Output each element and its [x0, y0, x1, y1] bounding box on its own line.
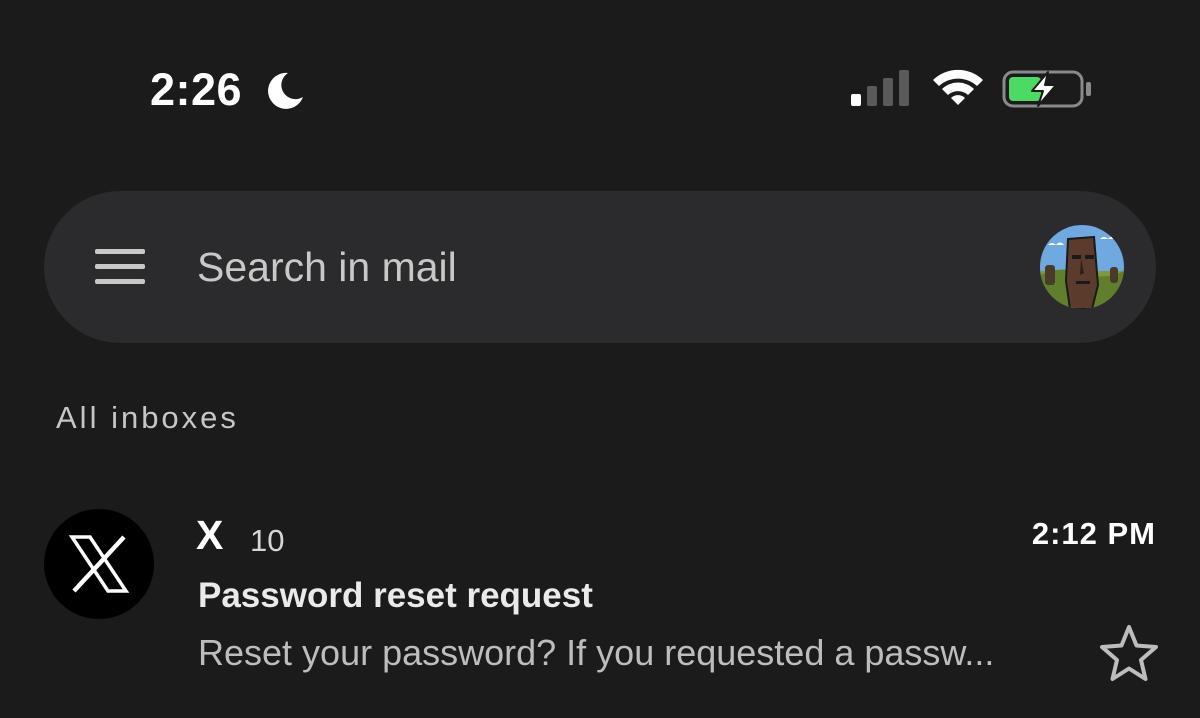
account-avatar[interactable] — [1040, 225, 1124, 309]
moon-icon — [268, 72, 303, 109]
email-preview: Reset your password? If you requested a … — [198, 632, 995, 673]
email-subject: Password reset request — [198, 576, 593, 615]
status-time: 2:26 — [150, 64, 243, 115]
search-bar[interactable] — [44, 191, 1156, 343]
email-row[interactable]: X 10 2:12 PM Password reset request Rese… — [0, 490, 1200, 718]
cellular-signal-icon — [851, 70, 909, 106]
battery-charging-icon — [1002, 70, 1091, 108]
wifi-icon — [933, 69, 983, 105]
section-label: All inboxes — [56, 400, 239, 435]
x-logo-icon — [68, 535, 130, 593]
avatar-image — [1040, 225, 1124, 309]
thread-count: 10 — [250, 523, 285, 558]
hamburger-menu-icon[interactable] — [95, 249, 145, 285]
star-outline-icon[interactable] — [1098, 623, 1160, 683]
sender-avatar — [44, 509, 154, 619]
sender-name: X — [196, 512, 224, 558]
search-input[interactable] — [197, 231, 977, 303]
email-time: 2:12 PM — [1031, 516, 1156, 551]
gmail-screen: 2:26 Search in mail All inboxes X 10 2:1… — [0, 0, 1200, 718]
